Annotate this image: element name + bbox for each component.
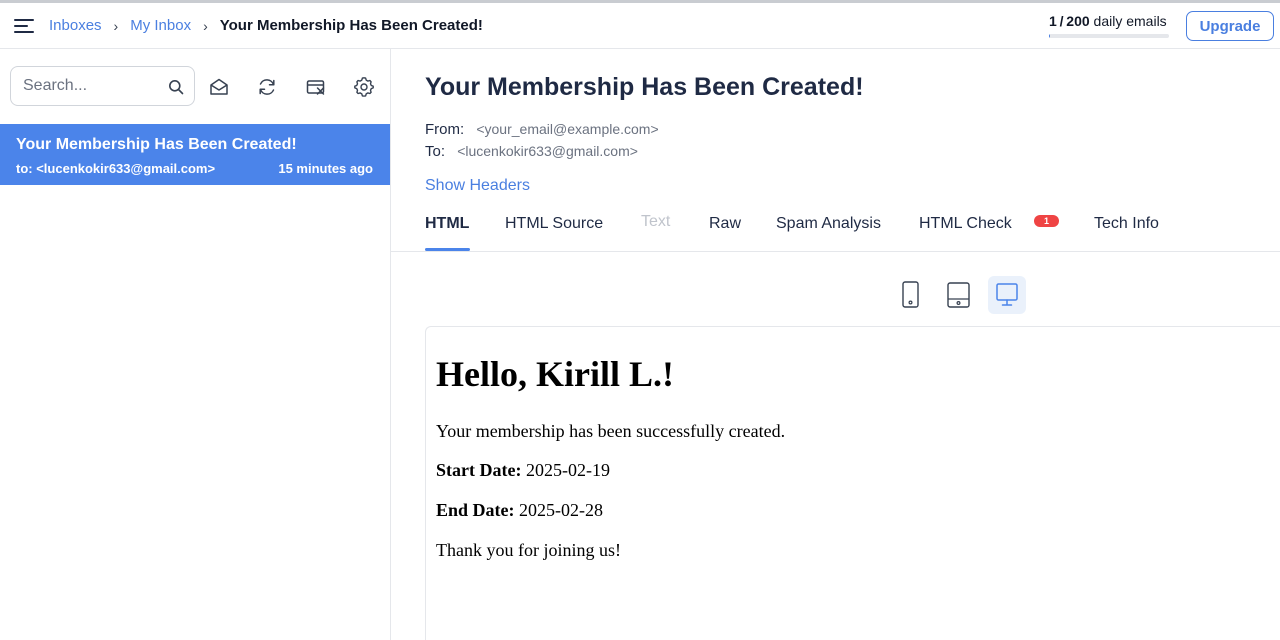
quota-progress-bar — [1049, 34, 1169, 38]
mail-item-recipient: to: <lucenkokir633@gmail.com> — [16, 161, 216, 176]
email-closing: Thank you for joining us! — [436, 540, 621, 560]
desktop-view-button[interactable] — [988, 276, 1026, 314]
quota-label: daily emails — [1093, 13, 1167, 29]
breadcrumb-current: Your Membership Has Been Created! — [219, 17, 483, 34]
tablet-view-button[interactable] — [939, 276, 977, 314]
tab-text: Text — [641, 213, 671, 230]
chevron-right-icon: › — [113, 17, 119, 34]
mail-open-icon[interactable] — [208, 76, 230, 98]
tab-html-source[interactable]: HTML Source — [505, 215, 603, 233]
refresh-icon[interactable] — [256, 76, 278, 98]
end-date-label: End Date: — [436, 500, 515, 520]
tab-tech-info[interactable]: Tech Info — [1094, 215, 1159, 233]
start-date-label: Start Date: — [436, 460, 522, 480]
from-row: From: <your_email@example.com> — [425, 121, 659, 138]
mobile-icon — [902, 281, 919, 308]
start-date-value: 2025-02-19 — [525, 460, 610, 480]
breadcrumb: Inboxes › My Inbox › Your Membership Has… — [49, 17, 483, 34]
email-preview: Hello, Kirill L.! Your membership has be… — [425, 326, 1280, 640]
show-headers-link[interactable]: Show Headers — [425, 177, 530, 195]
tablet-icon — [947, 282, 970, 308]
tab-html[interactable]: HTML — [425, 215, 469, 233]
clear-inbox-icon[interactable] — [305, 76, 327, 98]
breadcrumb-my-inbox[interactable]: My Inbox — [130, 17, 191, 34]
mail-item-timestamp: 15 minutes ago — [278, 161, 373, 176]
mail-item-subject: Your Membership Has Been Created! — [16, 136, 297, 153]
end-date-value: 2025-02-28 — [519, 500, 604, 520]
search-input[interactable] — [23, 75, 163, 97]
message-tabs: HTML HTML Source Text Raw Spam Analysis … — [391, 209, 1280, 252]
from-value: <your_email@example.com> — [476, 121, 659, 137]
from-label: From: — [425, 121, 465, 138]
tab-raw[interactable]: Raw — [709, 215, 741, 233]
settings-icon[interactable] — [353, 76, 375, 98]
search-box — [10, 66, 195, 106]
email-heading: Hello, Kirill L.! — [436, 354, 674, 394]
search-icon[interactable] — [168, 79, 184, 95]
quota-progress-fill — [1049, 34, 1050, 38]
message-subject: Your Membership Has Been Created! — [425, 73, 864, 101]
tab-html-check[interactable]: HTML Check — [919, 215, 1012, 233]
quota-text: 1 / 200 daily emails — [1049, 13, 1169, 29]
chevron-right-icon: › — [203, 17, 208, 34]
sidebar: Your Membership Has Been Created! to: <l… — [0, 49, 391, 640]
top-bar: Inboxes › My Inbox › Your Membership Has… — [0, 0, 1280, 49]
to-value: <lucenkokir633@gmail.com> — [457, 143, 638, 159]
daily-email-quota: 1 / 200 daily emails — [1049, 13, 1169, 38]
quota-slash: / — [1056, 13, 1067, 29]
mobile-view-button[interactable] — [891, 276, 929, 314]
menu-icon[interactable] — [14, 17, 36, 35]
email-start-date: Start Date: 2025-02-19 — [436, 460, 610, 481]
desktop-icon — [996, 283, 1018, 306]
message-view: Your Membership Has Been Created! From: … — [391, 49, 1280, 640]
active-tab-indicator — [425, 248, 470, 251]
to-row: To: <lucenkokir633@gmail.com> — [425, 143, 638, 160]
email-end-date: End Date: 2025-02-28 — [436, 500, 603, 521]
quota-used: 1 — [1049, 13, 1057, 29]
html-check-badge: 1 — [1034, 215, 1059, 227]
breadcrumb-inboxes[interactable]: Inboxes — [49, 17, 102, 34]
inbox-list-item[interactable]: Your Membership Has Been Created! to: <l… — [0, 124, 390, 185]
tab-spam-analysis[interactable]: Spam Analysis — [776, 215, 881, 233]
quota-total: 200 — [1066, 13, 1090, 29]
email-intro: Your membership has been successfully cr… — [436, 421, 786, 441]
to-label: To: — [425, 143, 446, 160]
upgrade-button[interactable]: Upgrade — [1186, 11, 1274, 41]
